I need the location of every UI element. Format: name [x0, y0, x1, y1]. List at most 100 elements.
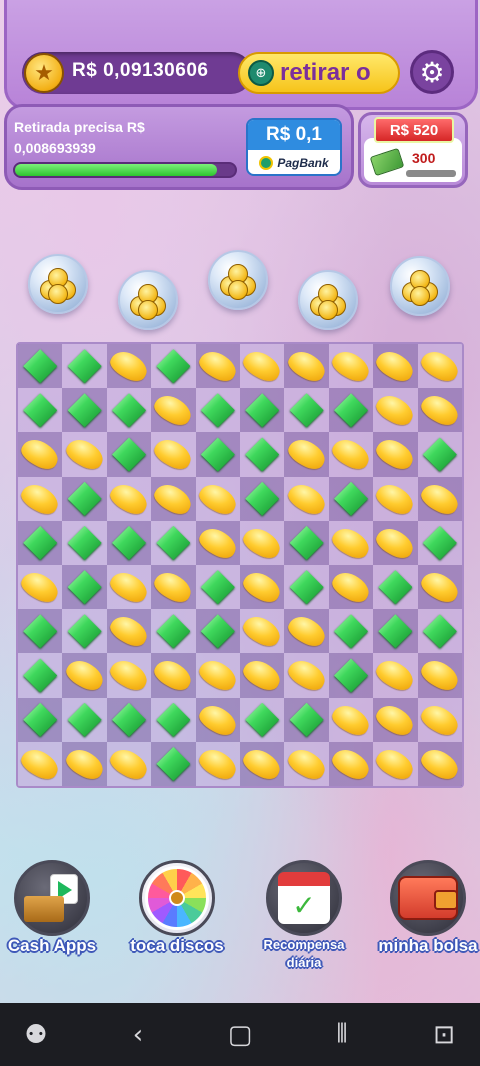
- board-cell[interactable]: [373, 609, 418, 654]
- board-cell[interactable]: [417, 344, 463, 389]
- board-cell[interactable]: [151, 520, 196, 565]
- board-cell[interactable]: [240, 697, 285, 742]
- board-cell[interactable]: [284, 476, 330, 521]
- board-cell[interactable]: [328, 609, 374, 654]
- board-cell[interactable]: [239, 741, 285, 786]
- board-cell[interactable]: [284, 432, 330, 477]
- board-cell[interactable]: [417, 520, 462, 565]
- board-cell[interactable]: [195, 344, 241, 389]
- board-cell[interactable]: [18, 609, 63, 654]
- board-cell[interactable]: [62, 609, 107, 654]
- spinner-button[interactable]: toca discos: [124, 860, 230, 956]
- wallet-button[interactable]: minha bolsa: [376, 860, 480, 956]
- board-cell[interactable]: [239, 609, 285, 654]
- board-cell[interactable]: [372, 432, 418, 477]
- board-cell[interactable]: [62, 388, 107, 433]
- board-cell[interactable]: [284, 653, 330, 698]
- board-cell[interactable]: [62, 565, 107, 610]
- board-cell[interactable]: [417, 476, 463, 521]
- board-cell[interactable]: [372, 344, 418, 389]
- board-cell[interactable]: [372, 653, 418, 698]
- board-cell[interactable]: [106, 520, 152, 565]
- pagbank-card[interactable]: R$ 0,1 PagBank: [246, 118, 342, 176]
- board-cell[interactable]: [417, 741, 463, 786]
- board-cell[interactable]: [284, 344, 330, 389]
- board-cell[interactable]: [328, 432, 374, 477]
- board-cell[interactable]: [106, 344, 152, 389]
- board-cell[interactable]: [151, 344, 196, 389]
- board-cell[interactable]: [239, 344, 285, 389]
- board-cell[interactable]: [239, 653, 285, 698]
- board-cell[interactable]: [195, 653, 241, 698]
- accessibility-icon[interactable]: ⊡: [422, 1013, 466, 1057]
- board-cell[interactable]: [328, 653, 374, 698]
- board-cell[interactable]: [62, 344, 107, 389]
- board-cell[interactable]: [328, 741, 374, 786]
- board-cell[interactable]: [372, 520, 418, 565]
- board-cell[interactable]: [195, 432, 240, 477]
- board-cell[interactable]: [328, 697, 374, 742]
- board-cell[interactable]: [17, 432, 63, 477]
- board-cell[interactable]: [150, 653, 196, 698]
- coin-bubble[interactable]: [390, 256, 450, 316]
- board-cell[interactable]: [195, 388, 240, 433]
- board-cell[interactable]: [106, 565, 152, 610]
- board-cell[interactable]: [328, 520, 374, 565]
- daily-reward-button[interactable]: ✓ Recompensa diária: [254, 860, 354, 972]
- game-launcher-icon[interactable]: ⚉: [14, 1013, 58, 1057]
- home-icon[interactable]: ▢: [218, 1013, 262, 1057]
- board-cell[interactable]: [195, 565, 240, 610]
- board-cell[interactable]: [240, 388, 285, 433]
- board-cell[interactable]: [284, 609, 330, 654]
- coin-bubble[interactable]: [118, 270, 178, 330]
- board-cell[interactable]: [62, 741, 108, 786]
- board-cell[interactable]: [62, 432, 108, 477]
- board-cell[interactable]: [284, 741, 330, 786]
- board-cell[interactable]: [18, 388, 63, 433]
- board-cell[interactable]: [195, 741, 241, 786]
- board-cell[interactable]: [150, 388, 196, 433]
- board-cell[interactable]: [150, 432, 196, 477]
- board-cell[interactable]: [195, 520, 241, 565]
- board-cell[interactable]: [328, 565, 374, 610]
- coin-bubble[interactable]: [298, 270, 358, 330]
- board-cell[interactable]: [106, 388, 152, 433]
- board-cell[interactable]: [62, 476, 107, 521]
- board-cell[interactable]: [150, 565, 196, 610]
- withdraw-button[interactable]: ⊕ retirar o: [238, 52, 400, 94]
- board-cell[interactable]: [372, 388, 418, 433]
- board-cell[interactable]: [284, 697, 329, 742]
- board-cell[interactable]: [328, 476, 374, 521]
- board-cell[interactable]: [62, 653, 108, 698]
- board-cell[interactable]: [150, 476, 196, 521]
- board-cell[interactable]: [62, 520, 107, 565]
- board-cell[interactable]: [417, 653, 463, 698]
- board-cell[interactable]: [240, 476, 285, 521]
- board-cell[interactable]: [106, 653, 152, 698]
- board-cell[interactable]: [106, 432, 152, 477]
- board-cell[interactable]: [18, 344, 63, 389]
- board-cell[interactable]: [18, 653, 63, 698]
- board-cell[interactable]: [372, 741, 418, 786]
- board-cell[interactable]: [328, 388, 374, 433]
- settings-button[interactable]: ⚙: [410, 50, 454, 94]
- board-cell[interactable]: [417, 697, 463, 742]
- board-cell[interactable]: [195, 476, 241, 521]
- board-cell[interactable]: [151, 609, 196, 654]
- board-cell[interactable]: [18, 520, 63, 565]
- board-cell[interactable]: [372, 697, 418, 742]
- coin-bubble[interactable]: [208, 250, 268, 310]
- board-cell[interactable]: [195, 609, 240, 654]
- board-cell[interactable]: [284, 520, 329, 565]
- coin-bubble[interactable]: [28, 254, 88, 314]
- recents-icon[interactable]: ⦀: [320, 1013, 364, 1057]
- board-cell[interactable]: [417, 609, 462, 654]
- board-cell[interactable]: [239, 520, 285, 565]
- board-cell[interactable]: [17, 741, 63, 786]
- board-cell[interactable]: [17, 565, 63, 610]
- board-cell[interactable]: [328, 344, 374, 389]
- board-cell[interactable]: [151, 741, 196, 786]
- board-cell[interactable]: [372, 476, 418, 521]
- back-icon[interactable]: ‹: [116, 1013, 160, 1057]
- board-cell[interactable]: [195, 697, 241, 742]
